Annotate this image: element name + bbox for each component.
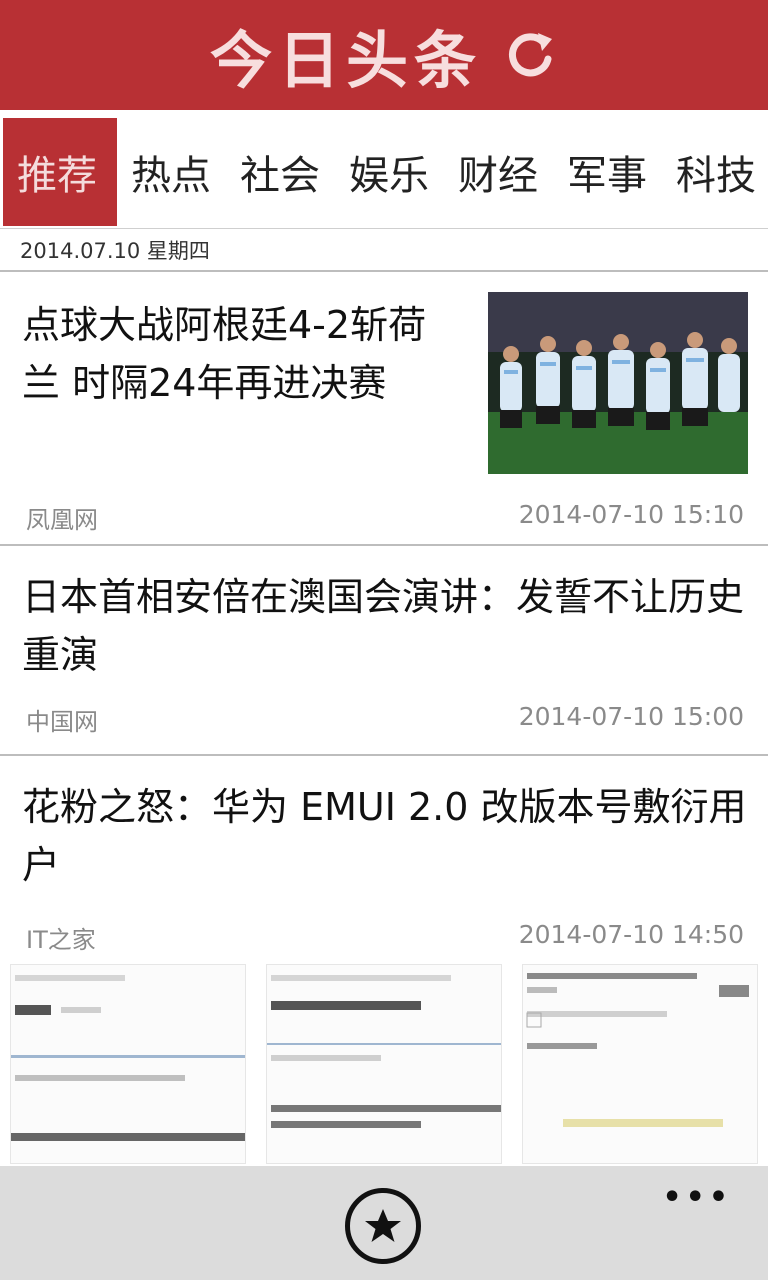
- tab-label: 社会: [240, 153, 320, 199]
- tab-label: 科技: [676, 153, 756, 199]
- more-menu-button[interactable]: •••: [662, 1180, 732, 1215]
- tab-hot[interactable]: 热点: [116, 118, 226, 226]
- tab-society[interactable]: 社会: [225, 118, 335, 226]
- category-tabs: 推荐 热点 社会 娱乐 财经 军事 科技: [0, 118, 768, 226]
- app-bar: •••: [0, 1166, 768, 1280]
- news-source: 中国网: [26, 708, 98, 736]
- news-time: 2014-07-10 15:00: [518, 702, 744, 731]
- tab-label: 军事: [567, 153, 647, 199]
- news-image[interactable]: [522, 964, 758, 1164]
- news-title[interactable]: 花粉之怒：华为 EMUI 2.0 改版本号敷衍用户: [22, 778, 752, 894]
- app-logo: 今日头条: [209, 24, 482, 97]
- news-title[interactable]: 点球大战阿根廷4-2斩荷兰 时隔24年再进决赛: [22, 296, 462, 412]
- tab-finance[interactable]: 财经: [443, 118, 553, 226]
- tab-military[interactable]: 军事: [552, 118, 662, 226]
- tab-label: 娱乐: [349, 153, 429, 199]
- news-thumbnail[interactable]: [488, 292, 748, 474]
- news-time: 2014-07-10 14:50: [518, 920, 744, 949]
- news-image-strip: [10, 964, 758, 1164]
- tab-label: 推荐: [17, 153, 97, 199]
- refresh-icon[interactable]: [502, 27, 558, 83]
- tab-label: 热点: [131, 153, 211, 199]
- news-image[interactable]: [266, 964, 502, 1164]
- news-item[interactable]: 花粉之怒：华为 EMUI 2.0 改版本号敷衍用户 IT之家 2014-07-1…: [0, 756, 768, 1166]
- date-text: 2014.07.10 星期四: [20, 238, 210, 263]
- date-line: 2014.07.10 星期四: [0, 228, 768, 272]
- news-time: 2014-07-10 15:10: [518, 500, 744, 529]
- app-header: 今日头条: [0, 0, 768, 110]
- news-item[interactable]: 点球大战阿根廷4-2斩荷兰 时隔24年再进决赛 凤凰网 2014-07-10 1…: [0, 272, 768, 546]
- news-source: IT之家: [26, 926, 96, 954]
- star-icon[interactable]: [345, 1188, 421, 1264]
- news-title[interactable]: 日本首相安倍在澳国会演讲：发誓不让历史重演: [22, 568, 746, 684]
- tab-label: 财经: [458, 153, 538, 199]
- news-item[interactable]: 日本首相安倍在澳国会演讲：发誓不让历史重演 中国网 2014-07-10 15:…: [0, 546, 768, 756]
- news-image[interactable]: [10, 964, 246, 1164]
- tab-tech[interactable]: 科技: [661, 118, 768, 226]
- tab-recommend[interactable]: 推荐: [3, 118, 117, 226]
- news-source: 凤凰网: [26, 506, 98, 534]
- tab-entertainment[interactable]: 娱乐: [334, 118, 444, 226]
